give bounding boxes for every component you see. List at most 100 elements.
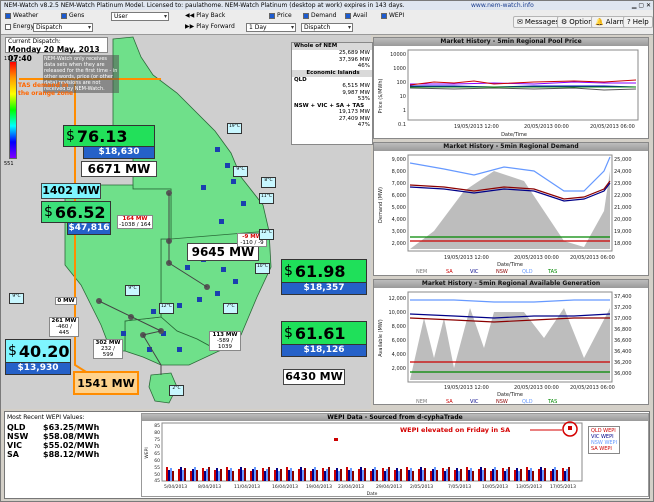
wepi-bar (394, 470, 396, 481)
weather-station[interactable]: 19°C (227, 123, 242, 134)
dispatch-view-select[interactable]: Dispatch (33, 23, 93, 32)
weather-station[interactable]: 12°C (259, 229, 274, 240)
wepi-bar (288, 470, 290, 481)
toolbar: Weather Gens Energy Dispatch User ◀◀Play… (1, 10, 653, 35)
help-button[interactable]: ? Help (623, 16, 653, 28)
price-checkbox[interactable]: Price (269, 12, 292, 19)
wepi-bar (338, 471, 340, 481)
avail-checkbox[interactable]: Avail (345, 12, 367, 19)
demand-history-panel[interactable]: Market History - 5min Regional Demand 9,… (373, 142, 649, 276)
x-axis-label: Date/Time (501, 132, 527, 138)
wepi-bar (250, 471, 252, 481)
wepi-bar (566, 469, 568, 481)
weather-checkbox[interactable]: Weather (5, 12, 38, 19)
svg-text:85: 85 (154, 423, 160, 429)
flow-sa[interactable]: 0 MW (55, 297, 77, 305)
wepi-bar (196, 470, 198, 481)
energy-checkbox[interactable]: Energy (5, 23, 34, 30)
wepi-bar (194, 467, 196, 481)
wepi-bar (410, 468, 412, 481)
wepi-bar (424, 468, 426, 481)
wepi-checkbox[interactable]: WEPI (381, 12, 404, 19)
wepi-bar (280, 469, 282, 481)
qld-price-box[interactable]: $76.13 $18,630 (63, 125, 155, 159)
wepi-bar (204, 471, 206, 481)
weather-station[interactable]: 9°C (125, 285, 140, 296)
y-tick: 8,000 (392, 324, 406, 330)
time-range-select[interactable]: 1 Day (246, 23, 296, 32)
wepi-bar (504, 471, 506, 481)
wepi-bar (364, 468, 366, 481)
wepi-bar (268, 467, 270, 481)
wepi-bar (444, 471, 446, 481)
tas-demand[interactable]: 1541 MW (73, 371, 139, 395)
wepi-bar (304, 468, 306, 481)
weather-station[interactable]: 10°C (255, 263, 270, 274)
website-link[interactable]: www.nem-watch.info (471, 1, 534, 10)
checkbox-checked-icon (381, 12, 387, 19)
window-controls[interactable]: ▁ ▢ ✕ (632, 1, 651, 10)
y-tick: 10000 (390, 52, 406, 58)
tas-price: 40.20 (18, 341, 70, 361)
price-history-panel[interactable]: Market History - 5min Regional Pool Pric… (373, 37, 649, 139)
weather-station[interactable]: 12°C (159, 303, 174, 314)
nsw-price: 61.98 (294, 261, 346, 281)
wepi-bar (262, 468, 264, 481)
wepi-bar (266, 469, 268, 481)
checkbox-checked-icon (303, 12, 309, 19)
svg-text:5/04/2013: 5/04/2013 (164, 484, 187, 490)
x-tick: 20/05/2013 06:00 (590, 124, 635, 130)
qld-demand[interactable]: 6671 MW (81, 161, 157, 177)
messages-button[interactable]: ✉ Messages (513, 16, 564, 28)
wepi-bar (460, 469, 462, 481)
vic-price: 61.61 (294, 323, 346, 343)
wepi-bar (276, 468, 278, 481)
wepi-bar (214, 470, 216, 481)
svg-text:TAS: TAS (547, 399, 557, 405)
svg-text:80: 80 (154, 430, 160, 436)
weather-station[interactable]: 7°C (223, 303, 238, 314)
vic-wepi: $18,126 (281, 345, 367, 357)
svg-text:13/05/2013: 13/05/2013 (516, 484, 542, 490)
svg-text:WEPI: WEPI (144, 447, 150, 458)
flow-qld-nsw[interactable]: 164 MW -1038 / 164 (117, 215, 153, 229)
wepi-bar (190, 471, 192, 481)
wepi-bar (226, 467, 228, 481)
wepi-bar (172, 471, 174, 481)
svg-text:60: 60 (154, 458, 160, 464)
weather-station[interactable]: 2°C (169, 385, 184, 396)
vic-demand[interactable]: 6430 MW (283, 369, 345, 385)
wepi-bar (252, 469, 254, 481)
dispatch-select[interactable]: Dispatch (301, 23, 353, 32)
available-generation-panel[interactable]: Market History - 5min Regional Available… (373, 279, 649, 405)
weather-station[interactable]: 9°C (9, 293, 24, 304)
y2-tick: 21,000 (614, 205, 632, 211)
flow-vic-nsw[interactable]: 113 MW -589 / 1039 (209, 331, 241, 351)
wepi-bar (302, 470, 304, 481)
play-back-button[interactable]: ◀◀ Play Back (185, 12, 225, 19)
whole-nem-header: Whole of NEM (292, 43, 372, 50)
tas-price-box[interactable]: $40.20 $13,930 (5, 339, 71, 375)
y-tick: 1000 (393, 66, 406, 72)
y-tick: 4,000 (392, 217, 406, 223)
play-forward-button[interactable]: ▶▶ Play Forward (185, 23, 235, 30)
wepi-bar (310, 471, 312, 481)
demand-checkbox[interactable]: Demand (303, 12, 336, 19)
wepi-bar (516, 468, 518, 481)
wepi-row: SA $88.12/MWh (7, 450, 100, 459)
vic-price-box[interactable]: $61.61 $18,126 (281, 321, 367, 357)
sa-demand[interactable]: 1402 MW (41, 183, 101, 199)
weather-station[interactable]: 11°C (259, 193, 274, 204)
gear-icon: ⚙ (561, 18, 568, 26)
flow-basslink[interactable]: 302 MW 232 / 599 (93, 339, 123, 359)
nsw-price-box[interactable]: $61.98 $18,357 (281, 259, 367, 295)
gens-checkbox[interactable]: Gens (61, 12, 84, 19)
weather-station[interactable]: 9°C (233, 166, 248, 177)
flow-heywood[interactable]: 261 MW -460 / 445 (49, 317, 79, 337)
y-tick: 6,000 (392, 193, 406, 199)
weather-station[interactable]: 8°C (261, 177, 276, 188)
sa-price-box[interactable]: $66.52 $47,816 (41, 201, 111, 235)
x-tick: 20/05/2013 00:00 (514, 385, 559, 391)
user-select[interactable]: User (111, 12, 169, 21)
wepi-bar (362, 470, 364, 481)
